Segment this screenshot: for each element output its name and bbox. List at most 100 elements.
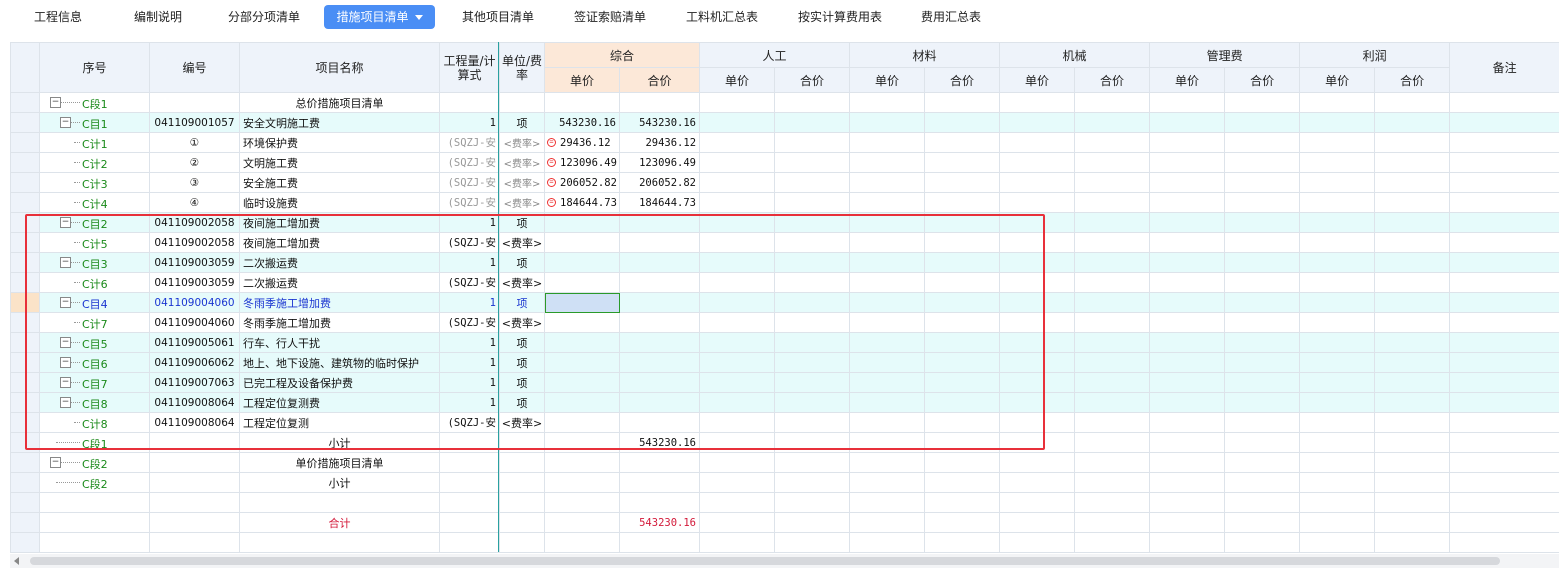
cell-empty[interactable]	[699, 272, 776, 293]
cell-remark[interactable]	[1449, 392, 1559, 413]
table-row[interactable]: C计3 ③ 安全施工费 (SQZJ-安 <费率> = 206052.82 206052.82	[10, 172, 1559, 193]
cell-empty[interactable]	[924, 332, 1001, 353]
cell-empty[interactable]	[924, 372, 1001, 393]
cell-empty[interactable]	[999, 432, 1076, 453]
cell-code[interactable]: 041109006062	[149, 352, 240, 373]
cell-empty[interactable]	[1374, 292, 1451, 313]
col-group-material[interactable]: 材料	[849, 42, 1001, 68]
cell-qty[interactable]	[439, 452, 500, 473]
cell-composite-total[interactable]	[618, 492, 701, 513]
row-header[interactable]	[10, 332, 40, 353]
cell-empty[interactable]	[1224, 212, 1301, 233]
tree-toggle-icon[interactable]: −	[50, 97, 61, 108]
cell-unit[interactable]: 项	[499, 352, 545, 373]
cell-remark[interactable]	[1449, 112, 1559, 133]
cell-empty[interactable]	[924, 92, 1001, 113]
cell-empty[interactable]	[1299, 232, 1376, 253]
cell-empty[interactable]	[1149, 372, 1226, 393]
cell-empty[interactable]	[774, 312, 851, 333]
cell-empty[interactable]	[1149, 532, 1226, 553]
cell-empty[interactable]	[1224, 252, 1301, 273]
cell-name[interactable]: 行车、行人干扰	[239, 332, 440, 353]
cell-name[interactable]: 冬雨季施工增加费	[239, 292, 440, 313]
cell-seq[interactable]: − C段2	[39, 452, 150, 473]
cell-remark[interactable]	[1449, 272, 1559, 293]
cell-qty[interactable]: (SQZJ-安	[439, 312, 500, 333]
cell-empty[interactable]	[849, 392, 926, 413]
cell-composite-total[interactable]	[618, 312, 701, 333]
cell-empty[interactable]	[999, 272, 1076, 293]
tab-sub-items[interactable]: 分部分项清单	[216, 5, 312, 29]
cell-name[interactable]: 夜间施工增加费	[239, 232, 440, 253]
cell-unit[interactable]	[499, 452, 545, 473]
cell-empty[interactable]	[924, 412, 1001, 433]
cell-seq[interactable]: C段2	[39, 472, 150, 493]
cell-remark[interactable]	[1449, 132, 1559, 153]
row-header[interactable]	[10, 252, 40, 273]
cell-composite-total[interactable]: 543230.16	[618, 112, 701, 133]
cell-composite-price[interactable]	[544, 292, 620, 313]
row-header[interactable]	[10, 112, 40, 133]
cell-empty[interactable]	[1374, 432, 1451, 453]
cell-code[interactable]	[149, 492, 240, 513]
cell-seq[interactable]: − C目3	[39, 252, 150, 273]
col-header-unit[interactable]: 单位/费率	[499, 42, 545, 93]
cell-empty[interactable]	[1074, 152, 1151, 173]
cell-empty[interactable]	[924, 392, 1001, 413]
row-header[interactable]	[10, 392, 40, 413]
cell-empty[interactable]	[849, 152, 926, 173]
cell-name[interactable]: 文明施工费	[239, 152, 440, 173]
col-header-price[interactable]: 单价	[1299, 67, 1376, 93]
cell-name[interactable]: 小计	[239, 432, 440, 453]
formula-marker-icon[interactable]: =	[547, 138, 556, 147]
cell-empty[interactable]	[849, 132, 926, 153]
cell-remark[interactable]	[1449, 232, 1559, 253]
cell-empty[interactable]	[1149, 212, 1226, 233]
cell-empty[interactable]	[774, 252, 851, 273]
cell-composite-price[interactable]	[544, 372, 620, 393]
cell-composite-total[interactable]	[618, 532, 701, 553]
cell-empty[interactable]	[924, 172, 1001, 193]
cell-code[interactable]: 041109001057	[149, 112, 240, 133]
cell-code[interactable]: 041109003059	[149, 252, 240, 273]
cell-empty[interactable]	[1074, 392, 1151, 413]
cell-composite-price[interactable]	[544, 512, 620, 533]
cell-empty[interactable]	[849, 92, 926, 113]
row-header[interactable]	[10, 232, 40, 253]
tree-toggle-icon[interactable]: −	[50, 457, 61, 468]
cell-empty[interactable]	[849, 352, 926, 373]
cell-empty[interactable]	[699, 212, 776, 233]
cell-composite-price[interactable]	[544, 332, 620, 353]
cell-empty[interactable]	[1224, 332, 1301, 353]
tab-actual-cost[interactable]: 按实计算费用表	[786, 5, 894, 29]
col-group-management[interactable]: 管理费	[1149, 42, 1301, 68]
cell-empty[interactable]	[1224, 532, 1301, 553]
cell-seq[interactable]: C计6	[39, 272, 150, 293]
cell-empty[interactable]	[774, 372, 851, 393]
col-header-price[interactable]: 单价	[849, 67, 926, 93]
cell-empty[interactable]	[924, 452, 1001, 473]
cell-empty[interactable]	[849, 112, 926, 133]
cell-seq[interactable]: C计1	[39, 132, 150, 153]
cell-unit[interactable]	[499, 92, 545, 113]
cell-empty[interactable]	[1149, 92, 1226, 113]
cell-qty[interactable]: 1	[439, 332, 500, 353]
table-row[interactable]: C计2 ② 文明施工费 (SQZJ-安 <费率> = 123096.49 123096.49	[10, 152, 1559, 173]
cell-empty[interactable]	[1149, 172, 1226, 193]
cell-empty[interactable]	[699, 492, 776, 513]
cell-empty[interactable]	[774, 512, 851, 533]
col-header-total[interactable]: 合价	[1074, 67, 1151, 93]
cell-empty[interactable]	[849, 372, 926, 393]
cell-remark[interactable]	[1449, 532, 1559, 553]
cell-empty[interactable]	[1374, 312, 1451, 333]
cell-empty[interactable]	[699, 252, 776, 273]
cell-composite-price[interactable]	[544, 472, 620, 493]
col-header-price[interactable]: 单价	[999, 67, 1076, 93]
tab-measures[interactable]: 措施项目清单	[324, 5, 435, 29]
cell-empty[interactable]	[1074, 352, 1151, 373]
cell-empty[interactable]	[1074, 472, 1151, 493]
cell-seq[interactable]: − C目5	[39, 332, 150, 353]
tab-description[interactable]: 编制说明	[116, 5, 200, 29]
tree-toggle-icon[interactable]: −	[60, 397, 71, 408]
cell-composite-total[interactable]	[618, 292, 701, 313]
